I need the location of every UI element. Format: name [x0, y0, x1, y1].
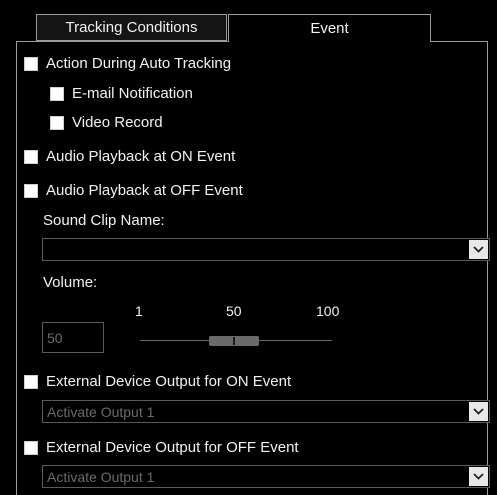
ext-off-checkbox[interactable]	[24, 440, 38, 455]
sound-clip-select[interactable]	[42, 238, 490, 261]
chevron-down-icon[interactable]	[469, 240, 488, 259]
ext-off-select[interactable]: Activate Output 1	[42, 465, 490, 488]
video-record-label: Video Record	[72, 114, 163, 131]
ext-off-select-value: Activate Output 1	[47, 468, 155, 485]
chevron-down-icon[interactable]	[469, 467, 488, 486]
audio-on-checkbox[interactable]	[24, 149, 38, 164]
volume-min-label: 1	[135, 303, 143, 319]
video-record-checkbox[interactable]	[50, 115, 64, 130]
ext-on-select-value: Activate Output 1	[47, 403, 155, 420]
audio-off-checkbox[interactable]	[24, 183, 38, 198]
ext-on-label: External Device Output for ON Event	[46, 373, 292, 390]
video-record-row: Video Record	[50, 114, 163, 131]
panel-border-right	[431, 41, 487, 42]
ext-on-select[interactable]: Activate Output 1	[42, 400, 490, 423]
action-during-auto-tracking-row: Action During Auto Tracking	[24, 55, 231, 72]
volume-label: Volume:	[43, 274, 98, 291]
volume-slider-thumb[interactable]	[209, 336, 259, 346]
tab-tracking-conditions[interactable]: Tracking Conditions	[36, 14, 227, 41]
sound-clip-name-label: Sound Clip Name:	[43, 212, 165, 229]
email-notification-row: E-mail Notification	[50, 85, 193, 102]
panel-border-left-side	[16, 41, 17, 495]
chevron-down-icon[interactable]	[469, 402, 488, 421]
slider-grip-icon	[233, 337, 235, 345]
action-during-auto-tracking-checkbox[interactable]	[24, 56, 38, 71]
panel-border-right-side	[487, 41, 488, 495]
audio-off-row: Audio Playback at OFF Event	[24, 182, 243, 199]
volume-mid-label: 50	[226, 303, 242, 319]
tab-tracking-conditions-label: Tracking Conditions	[65, 19, 198, 36]
ext-off-label: External Device Output for OFF Event	[46, 439, 299, 456]
volume-input[interactable]: 50	[42, 322, 104, 353]
ext-on-row: External Device Output for ON Event	[24, 373, 291, 390]
email-notification-label: E-mail Notification	[72, 85, 193, 102]
ext-off-row: External Device Output for OFF Event	[24, 439, 299, 456]
action-during-auto-tracking-label: Action During Auto Tracking	[46, 55, 232, 72]
tab-event-label: Event	[310, 20, 349, 37]
volume-input-value: 50	[47, 329, 63, 346]
email-notification-checkbox[interactable]	[50, 86, 64, 101]
audio-on-label: Audio Playback at ON Event	[46, 148, 236, 165]
audio-off-label: Audio Playback at OFF Event	[46, 182, 243, 199]
audio-on-row: Audio Playback at ON Event	[24, 148, 235, 165]
volume-max-label: 100	[316, 303, 340, 319]
ext-on-checkbox[interactable]	[24, 374, 38, 389]
panel-border-left	[16, 41, 228, 42]
tab-event[interactable]: Event	[228, 14, 431, 42]
